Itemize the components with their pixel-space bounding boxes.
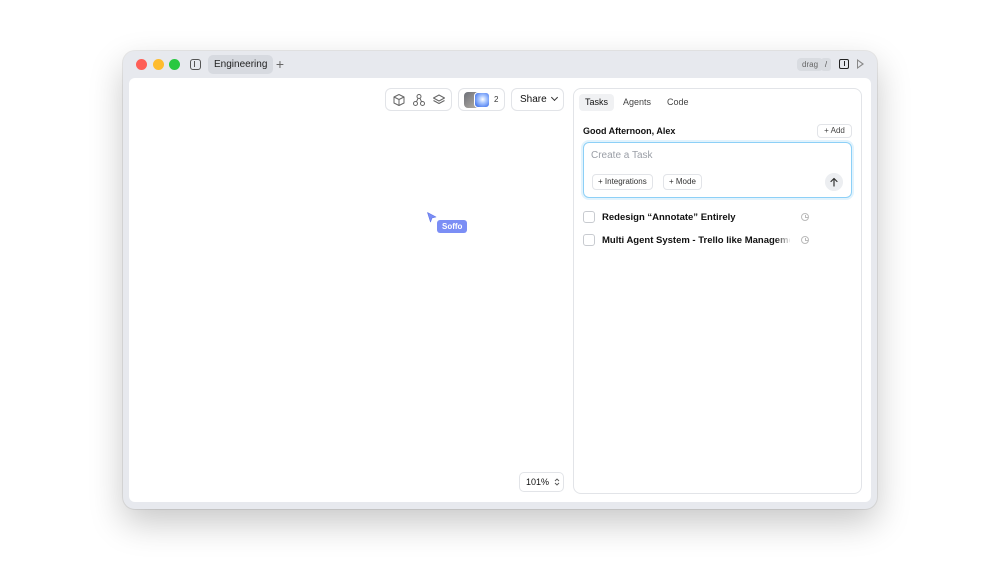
sidebar-toggle-icon[interactable] xyxy=(190,59,201,70)
collaborators-group[interactable]: 2 xyxy=(458,88,505,111)
app-window: Engineering + drag / 2 Share Soffo 101% … xyxy=(123,51,877,509)
tab-engineering[interactable]: Engineering xyxy=(208,55,274,74)
zoom-control[interactable]: 101% xyxy=(519,472,564,492)
task-title: Redesign “Annotate” Entirely xyxy=(602,212,736,223)
cube-icon[interactable] xyxy=(392,93,406,107)
task-checkbox[interactable] xyxy=(583,234,595,246)
shortcut-badge: / xyxy=(821,58,831,71)
minimize-window-button[interactable] xyxy=(153,59,164,70)
maximize-window-button[interactable] xyxy=(169,59,180,70)
close-window-button[interactable] xyxy=(136,59,147,70)
tool-icons-group xyxy=(385,88,452,111)
task-title: Multi Agent System - Trello like Managem… xyxy=(602,235,790,246)
tab-code[interactable]: Code xyxy=(661,94,695,111)
create-task-input[interactable] xyxy=(591,150,811,161)
integrations-button[interactable]: + Integrations xyxy=(592,174,653,190)
clock-icon xyxy=(801,213,809,221)
main-content: 2 Share Soffo 101% Tasks Agents Code Goo… xyxy=(129,78,871,502)
send-arrow-icon[interactable] xyxy=(825,173,843,191)
greeting-text: Good Afternoon, Alex xyxy=(583,126,676,136)
task-checkbox[interactable] xyxy=(583,211,595,223)
nodes-icon[interactable] xyxy=(412,93,426,107)
tasks-panel: Tasks Agents Code Good Afternoon, Alex +… xyxy=(573,88,862,494)
cursor-user-label: Soffo xyxy=(437,220,468,233)
tab-agents[interactable]: Agents xyxy=(617,94,657,111)
titlebar: Engineering + drag / xyxy=(123,51,877,78)
share-button[interactable]: Share xyxy=(511,88,564,111)
cursor-icon xyxy=(427,212,437,223)
collaborators-count: 2 xyxy=(494,95,499,104)
stepper-icon xyxy=(554,478,560,486)
panel-toggle-icon[interactable] xyxy=(839,59,849,69)
create-task-box: + Integrations + Mode xyxy=(583,142,852,198)
zoom-level: 101% xyxy=(526,477,550,487)
clock-icon xyxy=(801,236,809,244)
chevron-down-icon xyxy=(550,93,559,102)
add-button[interactable]: + Add xyxy=(817,124,852,138)
drag-badge: drag xyxy=(797,58,824,71)
mode-button[interactable]: + Mode xyxy=(663,174,702,190)
play-icon[interactable] xyxy=(857,59,864,69)
add-tab-button[interactable]: + xyxy=(273,55,287,74)
avatar xyxy=(474,92,490,108)
tab-tasks[interactable]: Tasks xyxy=(579,94,615,111)
text-fade xyxy=(775,234,791,248)
layers-icon[interactable] xyxy=(432,93,446,107)
share-label: Share xyxy=(520,94,547,105)
